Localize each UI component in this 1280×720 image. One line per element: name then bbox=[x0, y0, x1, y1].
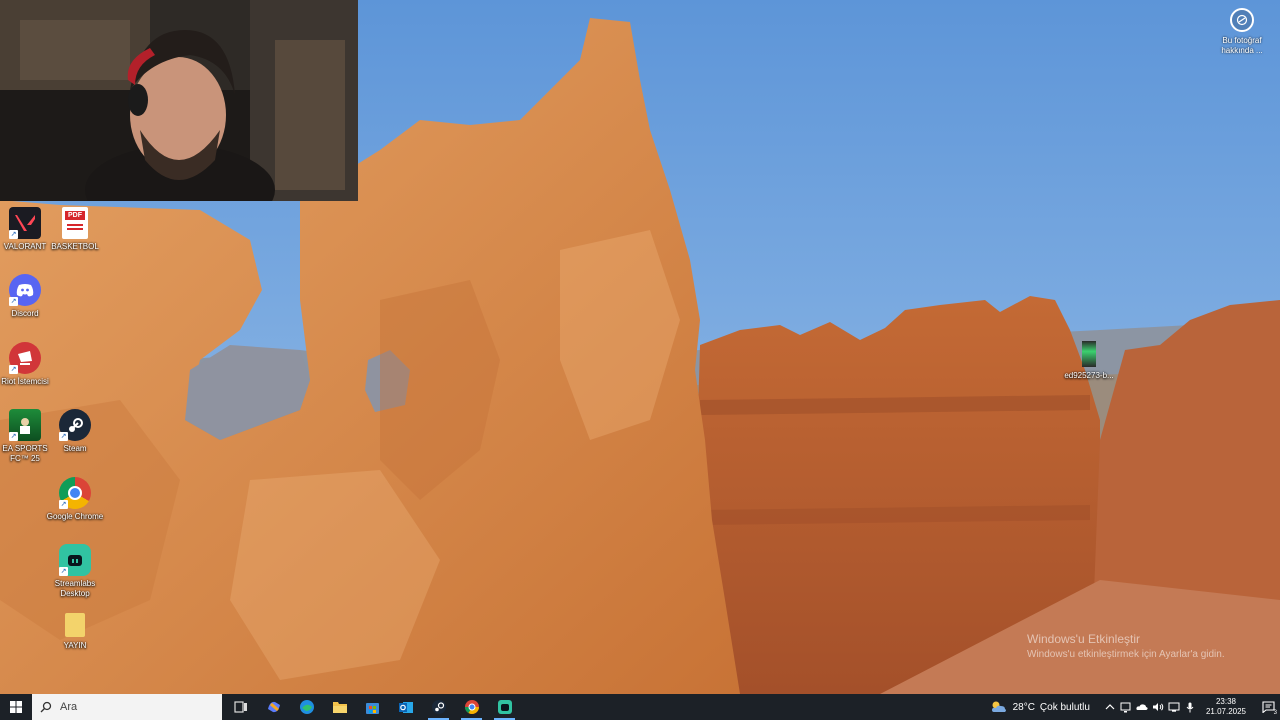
desktop-icon-riot-client[interactable]: ↗ Riot İstemcisi bbox=[0, 342, 55, 387]
file-explorer-icon bbox=[332, 702, 347, 713]
notification-icon bbox=[1261, 701, 1275, 713]
windows-logo-icon bbox=[10, 701, 22, 713]
task-view-icon bbox=[233, 701, 247, 713]
desktop-icon-label: YAYIN bbox=[63, 641, 87, 650]
taskbar-file-explorer[interactable] bbox=[323, 694, 356, 720]
microphone-button[interactable] bbox=[1182, 694, 1198, 720]
taskbar-clock[interactable]: 23:38 21.07.2025 bbox=[1206, 697, 1246, 717]
desktop-icon-steam[interactable]: ↗ Steam bbox=[45, 409, 105, 454]
valorant-icon: ↗ bbox=[9, 207, 41, 239]
ea-sports-fc-icon: ↗ bbox=[9, 409, 41, 441]
weather-condition: Çok bulutlu bbox=[1039, 701, 1090, 713]
taskbar-streamlabs[interactable] bbox=[488, 694, 521, 720]
riot-client-icon: ↗ bbox=[9, 342, 41, 374]
edge-icon bbox=[299, 700, 314, 714]
chrome-center bbox=[68, 486, 82, 500]
volume-button[interactable] bbox=[1150, 694, 1166, 720]
folder-icon bbox=[64, 612, 86, 638]
desktop-icon-chrome[interactable]: ↗ Google Chrome bbox=[45, 477, 105, 522]
chrome-icon bbox=[464, 700, 479, 714]
file-icon bbox=[1079, 340, 1099, 368]
pdf-badge: PDF bbox=[65, 211, 85, 220]
taskbar-edge[interactable] bbox=[290, 694, 323, 720]
taskbar-search[interactable]: Ara bbox=[32, 694, 222, 720]
search-icon bbox=[40, 701, 52, 713]
copilot-icon bbox=[267, 701, 280, 713]
start-button[interactable] bbox=[0, 694, 32, 720]
microphone-icon bbox=[1186, 702, 1194, 712]
streamlabs-icon: ↗ bbox=[59, 544, 91, 576]
desktop-icon-label: Streamlabs Desktop bbox=[54, 579, 96, 598]
chevron-up-icon bbox=[1105, 704, 1115, 710]
desktop-icon-basketbol[interactable]: PDF BASKETBOL bbox=[45, 207, 105, 252]
about-photo-label: Bu fotoğraf hakkında ... bbox=[1221, 36, 1263, 55]
pdf-lines bbox=[67, 224, 83, 226]
about-this-photo[interactable]: Bu fotoğraf hakkında ... bbox=[1212, 8, 1272, 56]
taskbar-copilot[interactable] bbox=[257, 694, 290, 720]
desktop-icon-ed925273[interactable]: ed925273-b... bbox=[1059, 340, 1119, 381]
speaker-icon bbox=[1152, 703, 1164, 711]
cloudy-weather-icon bbox=[991, 701, 1006, 712]
desktop-icon-streamlabs[interactable]: ↗ Streamlabs Desktop bbox=[45, 544, 105, 599]
activation-subtitle: Windows'u etkinleştirmek için Ayarlar'a … bbox=[1027, 649, 1225, 660]
microsoft-store-icon bbox=[366, 702, 379, 714]
webcam-overlay bbox=[0, 0, 358, 201]
desktop-icon-label: Google Chrome bbox=[46, 512, 104, 521]
folder-body bbox=[65, 613, 85, 637]
chrome-icon: ↗ bbox=[59, 477, 91, 509]
onedrive-button[interactable] bbox=[1134, 694, 1150, 720]
clock-date: 21.07.2025 bbox=[1205, 707, 1246, 716]
desktop-icon-label: Steam bbox=[63, 444, 87, 453]
taskbar-steam[interactable] bbox=[422, 694, 455, 720]
file-thumbnail bbox=[1082, 341, 1096, 367]
taskbar-chrome[interactable] bbox=[455, 694, 488, 720]
desktop-icon-label: ed925273-b... bbox=[1064, 371, 1114, 380]
notification-center-button[interactable]: 3 bbox=[1256, 694, 1280, 720]
tray-app-icon[interactable] bbox=[1118, 694, 1134, 720]
desktop-icon-yayin[interactable]: YAYIN bbox=[45, 612, 105, 651]
network-button[interactable] bbox=[1166, 694, 1182, 720]
camera-icon bbox=[1230, 8, 1254, 32]
desktop-icon-label: Riot İstemcisi bbox=[1, 377, 49, 386]
desktop-icon-label: Discord bbox=[11, 309, 39, 318]
taskbar: Ara 28°C Çok bulutlu 23:38 21.07.2025 3 bbox=[0, 694, 1280, 720]
monitor-app-icon bbox=[1120, 702, 1131, 712]
weather-widget[interactable]: 28°C Çok bulutlu bbox=[990, 700, 1090, 714]
weather-temperature: 28°C bbox=[1012, 701, 1035, 713]
windows-activation-watermark: Windows'u Etkinleştir Windows'u etkinleş… bbox=[1027, 632, 1225, 660]
steam-icon bbox=[431, 700, 446, 714]
show-hidden-icons-button[interactable] bbox=[1102, 694, 1118, 720]
desktop-icon-discord[interactable]: ↗ Discord bbox=[0, 274, 55, 319]
discord-icon: ↗ bbox=[9, 274, 41, 306]
activation-title: Windows'u Etkinleştir bbox=[1027, 632, 1140, 646]
taskbar-task-view[interactable] bbox=[224, 694, 257, 720]
taskbar-microsoft-store[interactable] bbox=[356, 694, 389, 720]
taskbar-outlook[interactable] bbox=[389, 694, 422, 720]
network-icon bbox=[1168, 702, 1180, 712]
cloud-icon bbox=[1136, 704, 1148, 710]
desktop-icon-label: BASKETBOL bbox=[51, 242, 99, 251]
clock-time: 23:38 bbox=[1215, 697, 1236, 706]
system-tray: 28°C Çok bulutlu 23:38 21.07.2025 3 bbox=[990, 694, 1280, 720]
search-placeholder: Ara bbox=[60, 701, 78, 713]
pdf-icon: PDF bbox=[62, 207, 88, 239]
outlook-icon bbox=[398, 701, 413, 713]
steam-icon: ↗ bbox=[59, 409, 91, 441]
notification-count: 3 bbox=[1273, 710, 1277, 716]
streamlabs-icon bbox=[497, 700, 512, 714]
